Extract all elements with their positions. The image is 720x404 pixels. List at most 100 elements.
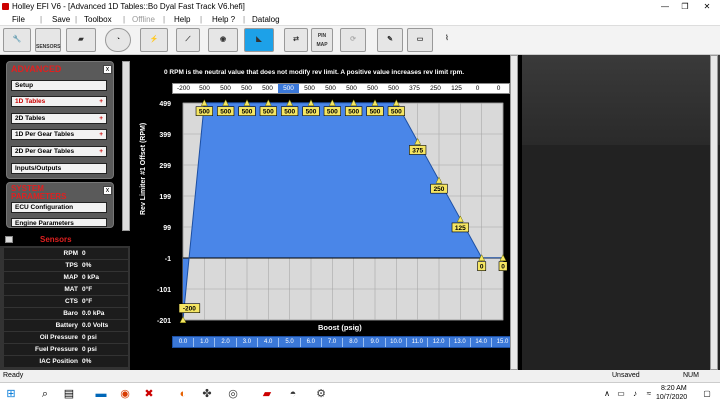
- gauge-icon[interactable]: ◔: [105, 28, 131, 52]
- sensor-value: 0.0 kPa: [82, 310, 105, 317]
- sensors-icon[interactable]: SENSORS: [35, 28, 61, 52]
- advanced-panel-close[interactable]: x: [103, 65, 112, 74]
- volume-icon[interactable]: ♪: [628, 387, 642, 401]
- menu-separator: |: [40, 15, 43, 24]
- right-scrollbar[interactable]: [710, 55, 718, 370]
- menu-1d-per-gear[interactable]: 1D Per Gear Tables +: [11, 129, 107, 140]
- x-tick-label[interactable]: 3.0: [237, 338, 258, 347]
- left-scrollbar[interactable]: [122, 61, 130, 231]
- data-label: 500: [306, 109, 317, 116]
- menu-setup[interactable]: Setup: [11, 80, 107, 91]
- data-label: 500: [199, 109, 210, 116]
- taskbar: ⊞ ⌕ ▤ ▬ ◉ ✖ ◐ ✤ ◎ ▰ ◓ ⚙ ∧ ▭ ♪ ≈ 8:20 AM …: [0, 382, 720, 404]
- obs-icon[interactable]: ◎: [226, 387, 240, 401]
- table-editor: 0 RPM is the neutral value that does not…: [136, 55, 522, 370]
- search-icon[interactable]: ⌕: [38, 387, 52, 401]
- status-bar: Ready Unsaved NUM: [0, 370, 720, 382]
- refresh-icon[interactable]: ⟳: [340, 28, 366, 52]
- advanced-panel-title: ADVANCED: [11, 64, 62, 74]
- notes-icon[interactable]: ✎: [377, 28, 403, 52]
- minimize-button[interactable]: —: [655, 0, 675, 13]
- tray-chevron-icon[interactable]: ∧: [600, 387, 614, 401]
- data-label: 500: [348, 109, 359, 116]
- menu-ecu-config[interactable]: ECU Configuration: [11, 202, 107, 213]
- center-scrollbar[interactable]: [510, 55, 518, 370]
- menu-save[interactable]: Save: [52, 13, 70, 26]
- x-tick-label[interactable]: 7.0: [322, 338, 344, 347]
- app-x-icon[interactable]: ✖: [142, 387, 156, 401]
- network-icon[interactable]: ▭: [614, 387, 628, 401]
- menu-help-q[interactable]: Help ?: [212, 13, 235, 26]
- spark-icon[interactable]: ◣: [244, 28, 274, 52]
- close-button[interactable]: ✕: [697, 0, 717, 13]
- data-label: 0: [501, 264, 505, 271]
- injector-icon[interactable]: ⚡: [140, 28, 168, 52]
- menu-separator: |: [163, 15, 166, 24]
- sensors-header: Sensors: [0, 233, 130, 246]
- file-explorer-icon[interactable]: ▬: [94, 387, 108, 401]
- y-axis-label: Rev Limiter #1 Offset (RPM): [140, 122, 147, 215]
- table-graph-icon[interactable]: ⟋: [176, 28, 200, 52]
- menu-2d-per-gear[interactable]: 2D Per Gear Tables +: [11, 146, 107, 157]
- menu-offline: Offline: [132, 15, 155, 24]
- maximize-button[interactable]: ❐: [675, 0, 695, 13]
- pinmap-icon[interactable]: PIN MAP: [311, 28, 333, 52]
- menu-file[interactable]: File: [12, 13, 25, 26]
- x-tick-label[interactable]: 2.0: [216, 338, 237, 347]
- data-label: 500: [284, 109, 295, 116]
- x-tick-label[interactable]: 9.0: [365, 338, 386, 347]
- x-tick-label[interactable]: 12.0: [429, 338, 450, 347]
- system-panel-title: SYSTEM PARAMETERS: [11, 184, 67, 201]
- x-tick-label[interactable]: 6.0: [301, 338, 322, 347]
- menu-toolbox[interactable]: Toolbox: [84, 13, 112, 26]
- menu-2d-tables[interactable]: 2D Tables +: [11, 113, 107, 124]
- menu-separator: |: [200, 15, 203, 24]
- x-tick-label[interactable]: 4.0: [258, 338, 280, 347]
- wrench-icon[interactable]: 🔧: [3, 28, 31, 52]
- x-tick-label[interactable]: 1.0: [194, 338, 216, 347]
- wifi-icon[interactable]: ≈: [642, 387, 656, 401]
- transfer-icon[interactable]: ⇄: [284, 28, 308, 52]
- x-tick-label[interactable]: 0.0: [173, 338, 194, 347]
- y-tick-label: 299: [159, 163, 171, 170]
- task-view-icon[interactable]: ▤: [62, 387, 76, 401]
- settings-icon[interactable]: ⚙: [314, 387, 328, 401]
- firefox-icon[interactable]: ◐: [176, 387, 190, 401]
- sensor-value: 0°F: [82, 286, 93, 293]
- menu-separator: |: [123, 15, 126, 24]
- sensor-label: MAP: [63, 274, 78, 281]
- app-icon: [2, 3, 9, 10]
- menu-help[interactable]: Help: [174, 13, 190, 26]
- x-tick-label[interactable]: 10.0: [386, 338, 407, 347]
- menu-inputs-outputs[interactable]: Inputs/Outputs: [11, 163, 107, 174]
- windows-start-icon[interactable]: ⊞: [4, 387, 18, 401]
- x-tick-label[interactable]: 8.0: [343, 338, 365, 347]
- menu-1d-per-gear-plus: +: [99, 131, 103, 138]
- app-round-icon[interactable]: ◓: [286, 387, 300, 401]
- clock-date: 10/7/2020: [656, 394, 688, 401]
- sensor-value: 0°F: [82, 298, 93, 305]
- menu-1d-tables[interactable]: 1D Tables +: [11, 96, 107, 107]
- x-tick-label[interactable]: 11.0: [407, 338, 429, 347]
- davinci-icon[interactable]: ✤: [200, 387, 214, 401]
- x-tick-label[interactable]: 5.0: [280, 338, 301, 347]
- sensor-value: 0%: [82, 358, 92, 365]
- notifications-icon[interactable]: ▢: [700, 387, 714, 401]
- x-axis-row: 0.0 1.0 2.0 3.0 4.0 5.0 6.0 7.0 8.0 9.0 10.0 11.0 12…: [172, 336, 514, 348]
- waveform-icon[interactable]: ⌇: [437, 28, 457, 52]
- sensors-menu-icon[interactable]: [5, 236, 13, 243]
- holley-efi-icon[interactable]: ▰: [260, 387, 274, 401]
- unsaved-indicator: Unsaved: [612, 372, 640, 379]
- menu-inputs-outputs-label: Inputs/Outputs: [15, 165, 62, 172]
- sensor-row: MAT 0°F: [4, 284, 128, 295]
- x-tick-label[interactable]: 13.0: [450, 338, 471, 347]
- ecu-icon[interactable]: ▰: [66, 28, 96, 52]
- system-panel-close[interactable]: x: [103, 186, 112, 195]
- distributor-icon[interactable]: ◉: [208, 28, 238, 52]
- menu-datalog[interactable]: Datalog: [252, 13, 280, 26]
- datalog-icon[interactable]: ▭: [407, 28, 433, 52]
- menu-engine-params[interactable]: Engine Parameters: [11, 218, 107, 227]
- sensor-value: 0%: [82, 262, 92, 269]
- chrome-icon[interactable]: ◉: [118, 387, 132, 401]
- x-tick-label[interactable]: 14.0: [471, 338, 493, 347]
